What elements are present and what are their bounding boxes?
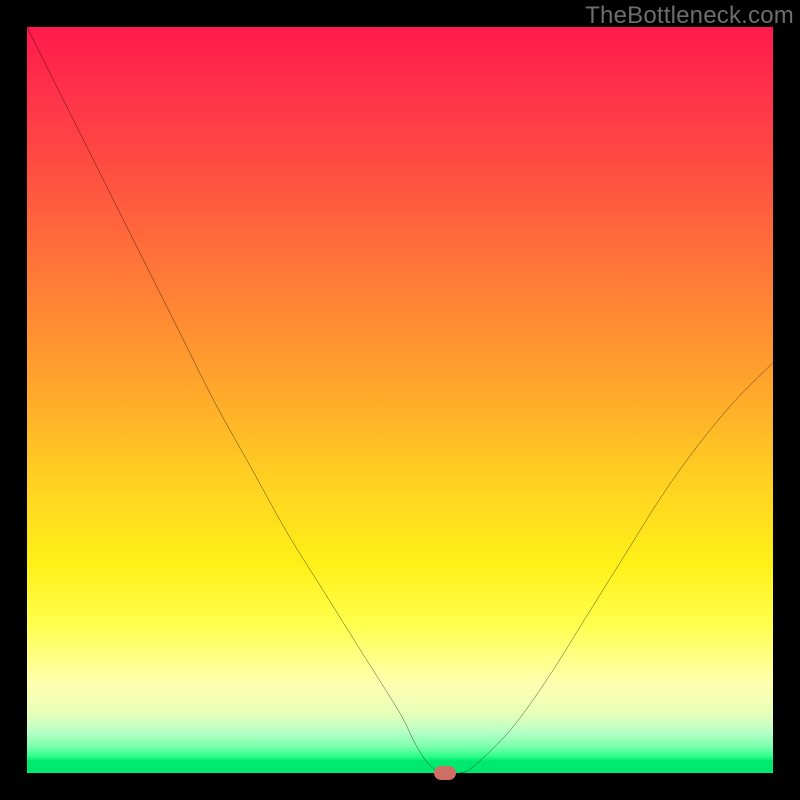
bottleneck-curve (27, 27, 773, 773)
chart-container: TheBottleneck.com (0, 0, 800, 800)
optimum-marker (434, 766, 456, 780)
watermark-text: TheBottleneck.com (585, 2, 794, 30)
plot-area (27, 27, 773, 773)
